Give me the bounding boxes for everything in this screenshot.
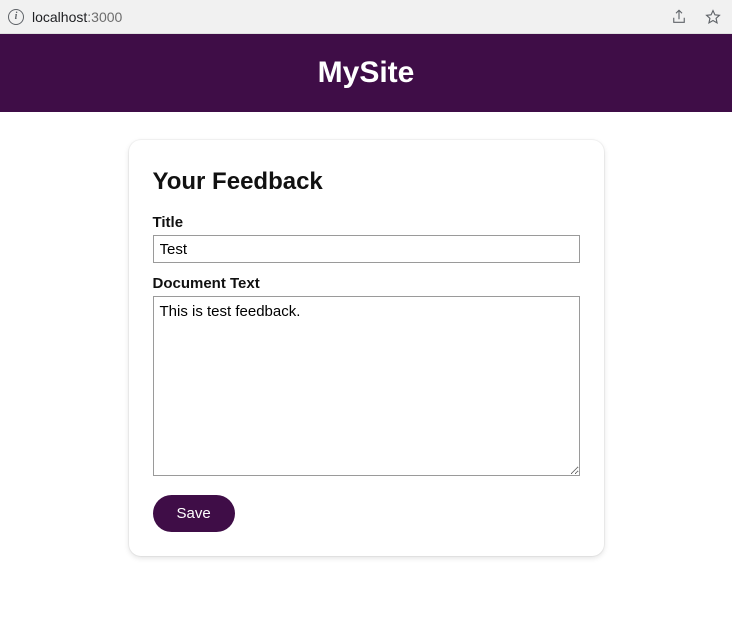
body-field-group: Document Text (153, 275, 580, 481)
url-text: localhost:3000 (32, 9, 122, 25)
url-host: localhost (32, 9, 87, 25)
card-heading: Your Feedback (153, 168, 580, 196)
title-label: Title (153, 214, 580, 231)
info-icon: i (8, 9, 24, 25)
feedback-card: Your Feedback Title Document Text Save (129, 140, 604, 556)
url-area[interactable]: i localhost:3000 (8, 9, 670, 25)
browser-address-bar: i localhost:3000 (0, 0, 732, 34)
page-content: Your Feedback Title Document Text Save (0, 112, 732, 556)
body-label: Document Text (153, 275, 580, 292)
url-port: :3000 (87, 9, 122, 25)
browser-actions (670, 8, 722, 26)
body-textarea[interactable] (153, 296, 580, 476)
star-icon[interactable] (704, 8, 722, 26)
title-field-group: Title (153, 214, 580, 263)
site-header: MySite (0, 34, 732, 112)
title-input[interactable] (153, 235, 580, 263)
site-title: MySite (318, 56, 415, 90)
share-icon[interactable] (670, 8, 688, 26)
save-button[interactable]: Save (153, 495, 235, 532)
